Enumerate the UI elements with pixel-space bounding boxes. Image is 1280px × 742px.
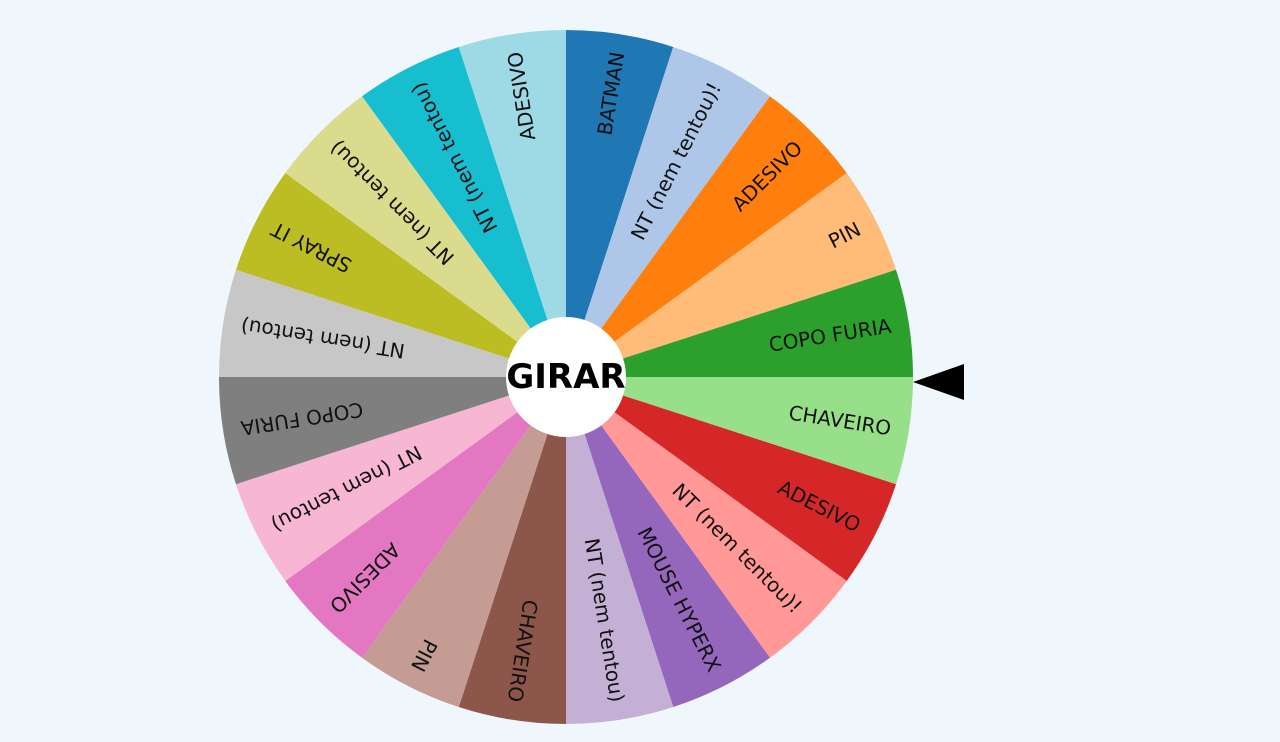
spin-button[interactable]: GIRAR <box>506 317 626 437</box>
wheel-game: CHAVEIRO ADESIVO NT (nem tentou)! MOUSE HYP… <box>0 0 1280 742</box>
prize-wheel[interactable]: CHAVEIROADESIVONT (nem tentou)!MOUSE HYP… <box>0 0 1280 742</box>
triangle-pointer-icon <box>913 364 964 400</box>
